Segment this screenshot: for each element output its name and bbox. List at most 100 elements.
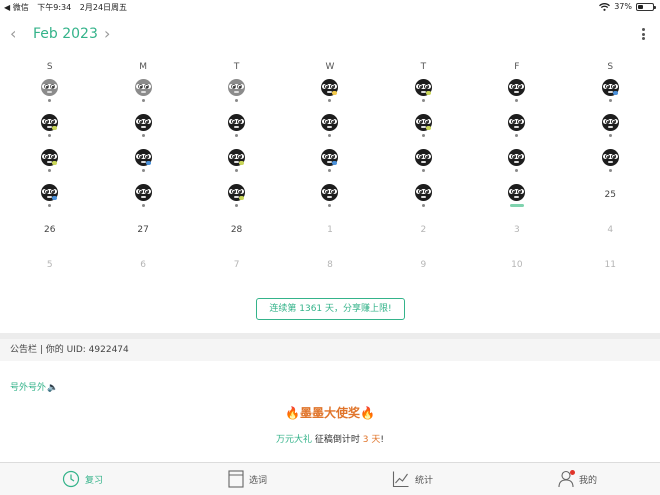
promo-exclaim: ! — [380, 435, 384, 445]
day-number: 6 — [140, 260, 146, 270]
calendar-day[interactable] — [564, 76, 657, 111]
calendar-day[interactable] — [190, 181, 283, 216]
status-time: 下午9:34 — [37, 3, 72, 12]
calendar-day[interactable] — [3, 111, 96, 146]
review-dot — [235, 99, 239, 102]
calendar-day[interactable]: 3 — [470, 216, 563, 251]
today-marker — [509, 204, 524, 207]
panda-face-icon — [228, 184, 246, 201]
calendar-day[interactable]: 9 — [377, 251, 470, 286]
review-dot — [328, 169, 332, 172]
review-dot — [421, 99, 425, 102]
panda-face-icon — [601, 149, 619, 166]
day-number: 2 — [420, 225, 427, 235]
calendar-day[interactable]: 4 — [564, 216, 657, 251]
review-dot — [141, 99, 145, 102]
calendar-day[interactable] — [190, 111, 283, 146]
panda-face-icon — [508, 149, 526, 166]
panda-face-icon — [414, 184, 432, 201]
weekday-label: S — [607, 62, 614, 72]
calendar-week-row: 5 6 7 8 9 10 11 — [3, 251, 657, 286]
review-dot — [608, 169, 612, 172]
calendar-day[interactable] — [377, 181, 470, 216]
calendar-day[interactable]: 2 — [377, 216, 470, 251]
calendar-day[interactable]: 26 — [3, 216, 96, 251]
calendar-week-row — [3, 111, 657, 146]
calendar-day[interactable]: 28 — [190, 216, 283, 251]
calendar-day[interactable]: 6 — [96, 251, 189, 286]
chevron-right-icon[interactable]: › — [104, 24, 110, 44]
review-dot — [515, 99, 519, 102]
calendar-day[interactable]: 1 — [283, 216, 376, 251]
calendar-day[interactable] — [96, 76, 189, 111]
calendar-day[interactable]: 25 — [564, 181, 657, 216]
calendar-day[interactable] — [96, 181, 189, 216]
calendar-day[interactable] — [377, 76, 470, 111]
calendar-day[interactable] — [377, 146, 470, 181]
calendar-day[interactable] — [470, 181, 563, 216]
calendar-day[interactable] — [377, 111, 470, 146]
calendar-day[interactable] — [96, 146, 189, 181]
calendar-day[interactable] — [283, 76, 376, 111]
streak-share-button[interactable]: 连续第 1361 天，分享赚上限! — [256, 298, 405, 320]
weekday-label: S — [46, 62, 53, 72]
tab-select-words[interactable]: 选词 — [165, 463, 330, 495]
tab-profile[interactable]: 我的 — [495, 463, 660, 495]
month-title[interactable]: Feb 2023 — [33, 24, 98, 44]
promo-title[interactable]: 🔥墨墨大使奖🔥 — [0, 404, 660, 421]
panda-face-icon — [134, 149, 152, 166]
review-dot — [515, 134, 519, 137]
calendar-day[interactable] — [283, 181, 376, 216]
review-dot — [608, 134, 612, 137]
calendar-day[interactable] — [564, 146, 657, 181]
day-number: 11 — [604, 260, 616, 270]
tab-profile-label: 我的 — [578, 475, 597, 486]
review-dot — [141, 134, 145, 137]
chevron-left-icon[interactable]: ‹ — [10, 24, 16, 44]
review-dot — [328, 204, 332, 207]
panda-face-icon — [601, 79, 619, 96]
calendar-day[interactable] — [190, 146, 283, 181]
calendar-day[interactable] — [470, 146, 563, 181]
calendar-day[interactable] — [283, 111, 376, 146]
calendar-day[interactable]: 5 — [3, 251, 96, 286]
wifi-icon — [599, 2, 611, 11]
announcement-link-label[interactable]: 号外号外 — [10, 383, 46, 393]
calendar-day[interactable]: 8 — [283, 251, 376, 286]
tab-review[interactable]: 复习 — [0, 463, 165, 495]
calendar-week-row — [3, 146, 657, 181]
panda-face-icon — [321, 184, 339, 201]
calendar-day[interactable] — [470, 76, 563, 111]
calendar-day[interactable]: 7 — [190, 251, 283, 286]
panda-face-icon — [41, 184, 59, 201]
panda-face-icon — [321, 149, 339, 166]
promo-prize[interactable]: 万元大礼 — [276, 435, 312, 445]
day-number: 8 — [327, 260, 333, 270]
day-number: 7 — [233, 260, 240, 270]
day-number: 3 — [513, 225, 520, 235]
calendar-day[interactable] — [190, 76, 283, 111]
calendar-day[interactable]: 10 — [470, 251, 563, 286]
calendar-day[interactable]: 27 — [96, 216, 189, 251]
calendar-day[interactable] — [564, 111, 657, 146]
calendar-weeks: 25 26 27 28 1 2 3 4 5 6 7 8 9 10 11 — [3, 76, 657, 286]
calendar-day[interactable] — [283, 146, 376, 181]
panda-face-icon — [414, 79, 432, 96]
weekday-label: M — [139, 62, 148, 72]
calendar-day[interactable]: 11 — [564, 251, 657, 286]
review-dot — [235, 204, 239, 207]
back-to-wechat[interactable]: ◀ 微信 — [4, 3, 29, 12]
tab-statistics[interactable]: 统计 — [330, 463, 495, 495]
calendar-day[interactable] — [470, 111, 563, 146]
calendar-day[interactable] — [3, 181, 96, 216]
announcement-link[interactable]: 号外号外🔈 — [10, 380, 58, 393]
calendar-day[interactable] — [3, 146, 96, 181]
calendar-day[interactable] — [96, 111, 189, 146]
more-vertical-icon[interactable] — [642, 28, 646, 40]
notice-bar: 公告栏 | 你的 UID: 4922474 — [0, 339, 660, 361]
calendar-day[interactable] — [3, 76, 96, 111]
review-dot — [421, 204, 425, 207]
weekday-label: F — [514, 62, 520, 72]
calendar-week-row: 26 27 28 1 2 3 4 — [3, 216, 657, 251]
speaker-icon: 🔈 — [47, 383, 59, 393]
